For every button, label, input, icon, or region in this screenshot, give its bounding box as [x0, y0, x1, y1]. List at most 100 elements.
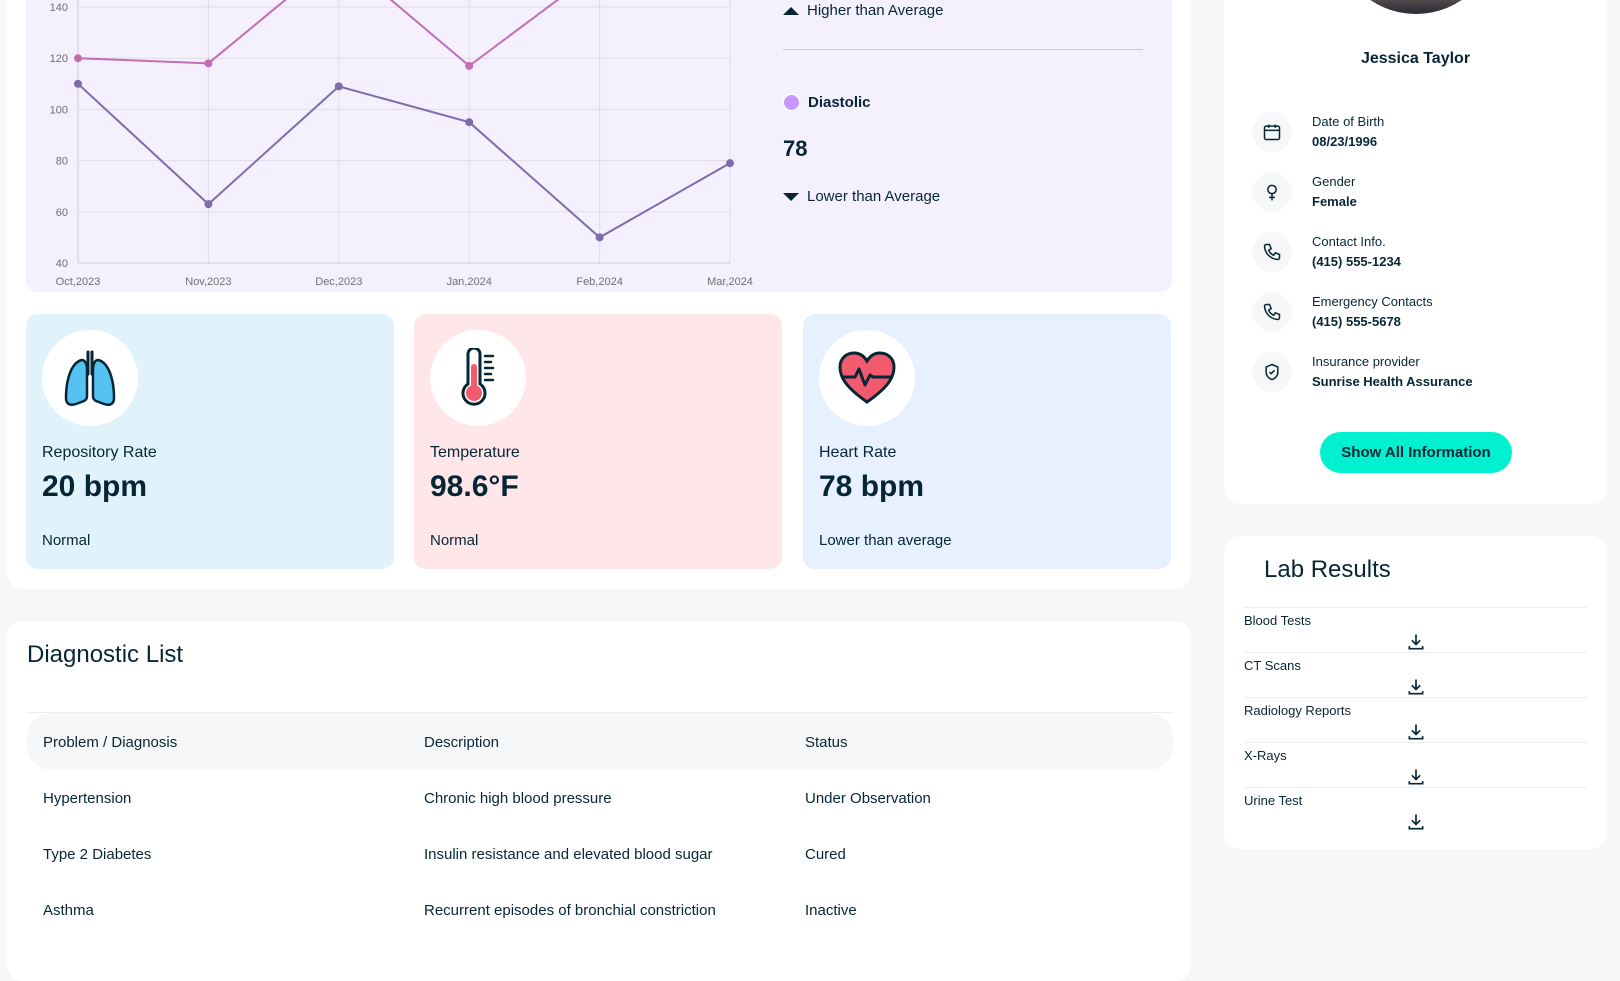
show-all-information-button[interactable]: Show All Information — [1320, 432, 1512, 473]
download-icon[interactable] — [1406, 812, 1426, 832]
x-tick-label: Oct,2023 — [56, 276, 101, 288]
column-header-status: Status — [805, 734, 848, 751]
systolic-trend-text: Higher than Average — [807, 2, 944, 19]
diastolic-trend-text: Lower than Average — [807, 188, 941, 205]
vital-label: Temperature — [430, 444, 520, 461]
info-row-dob: Date of Birth 08/23/1996 — [1252, 112, 1592, 154]
data-point-diastolic — [334, 82, 343, 91]
diagnostic-list-card: Diagnostic List Problem / Diagnosis Desc… — [7, 621, 1191, 981]
info-value: 08/23/1996 — [1312, 134, 1378, 149]
column-header-description: Description — [424, 734, 500, 751]
data-point-diastolic — [465, 118, 474, 127]
info-label: Gender — [1312, 174, 1356, 189]
table-cell-description: Recurrent episodes of bronchial constric… — [424, 902, 716, 919]
vital-label: Repository Rate — [42, 444, 157, 461]
blood-pressure-panel: 40 60 80 100 120 140 Oct,2023 Nov,2023 Dec,2023 J… — [26, 0, 1172, 292]
shield-icon — [1252, 352, 1292, 392]
data-point-diastolic — [595, 233, 604, 242]
table-cell-problem: Asthma — [43, 902, 94, 919]
lab-item-name: Blood Tests — [1244, 613, 1311, 628]
list-item[interactable]: Blood Tests — [1244, 607, 1587, 653]
data-point-diastolic — [204, 200, 213, 209]
info-value: Female — [1312, 194, 1357, 209]
list-item[interactable]: Radiology Reports — [1244, 697, 1587, 743]
column-header-problem: Problem / Diagnosis — [43, 734, 178, 751]
data-point-diastolic — [74, 79, 82, 88]
thermometer-icon — [430, 330, 526, 426]
data-point-diastolic — [726, 159, 734, 168]
x-tick-label: Feb,2024 — [576, 276, 622, 288]
patient-profile-card: Jessica Taylor Date of Birth 08/23/1996 … — [1224, 0, 1607, 504]
vital-status: Lower than average — [819, 532, 952, 549]
info-value: Sunrise Health Assurance — [1312, 374, 1473, 389]
diastolic-value: 78 — [783, 136, 808, 161]
lab-item-name: Radiology Reports — [1244, 703, 1351, 718]
info-label: Emergency Contacts — [1312, 294, 1433, 309]
data-point-systolic — [204, 59, 213, 68]
info-label: Insurance provider — [1312, 354, 1420, 369]
female-icon — [1252, 172, 1292, 212]
list-item[interactable]: CT Scans — [1244, 652, 1587, 698]
info-row-insurance: Insurance provider Sunrise Health Assura… — [1252, 352, 1592, 394]
lab-item-name: CT Scans — [1244, 658, 1301, 673]
table-cell-problem: Hypertension — [43, 790, 132, 807]
download-icon[interactable] — [1406, 677, 1426, 697]
vital-label: Heart Rate — [819, 444, 897, 461]
info-label: Date of Birth — [1312, 114, 1385, 129]
lab-item-name: Urine Test — [1244, 793, 1303, 808]
table-cell-problem: Type 2 Diabetes — [43, 846, 152, 863]
vital-card-heart-rate: Heart Rate 78 bpm Lower than average — [803, 314, 1171, 569]
diagnostic-list-title: Diagnostic List — [27, 641, 184, 668]
calendar-icon — [1252, 112, 1292, 152]
y-tick-label: 40 — [56, 258, 68, 270]
y-tick-label: 80 — [56, 156, 68, 168]
heart-bpm-icon — [819, 330, 915, 426]
table-cell-status: Under Observation — [805, 790, 931, 807]
divider — [783, 49, 1143, 50]
x-tick-label: Jan,2024 — [447, 276, 492, 288]
x-tick-label: Dec,2023 — [315, 276, 362, 288]
data-point-systolic — [74, 54, 82, 63]
download-icon[interactable] — [1406, 632, 1426, 652]
phone-icon — [1252, 292, 1292, 332]
table-cell-description: Insulin resistance and elevated blood su… — [424, 846, 713, 863]
x-tick-label: Mar,2024 — [707, 276, 753, 288]
diastolic-label: Diastolic — [808, 94, 871, 111]
vital-card-temperature: Temperature 98.6°F Normal — [414, 314, 782, 569]
arrow-up-icon — [783, 6, 799, 15]
diastolic-legend: Diastolic — [783, 94, 871, 111]
y-tick-label: 120 — [50, 53, 68, 65]
diastolic-trend: Lower than Average — [783, 188, 940, 205]
vital-status: Normal — [430, 532, 479, 549]
info-row-emergency: Emergency Contacts (415) 555-5678 — [1252, 292, 1592, 334]
vital-status: Normal — [42, 532, 91, 549]
series-line-systolic — [77, 0, 560, 68]
arrow-down-icon — [783, 192, 799, 201]
blood-pressure-summary: Higher than Average Diastolic 78 Lower t… — [783, 0, 1143, 280]
diastolic-dot-icon — [783, 94, 800, 111]
vital-value: 20 bpm — [42, 470, 148, 503]
table-header — [27, 713, 1173, 770]
diagnosis-history-card: 40 60 80 100 120 140 Oct,2023 Nov,2023 Dec,2023 J… — [7, 0, 1191, 589]
data-point-systolic — [465, 61, 474, 70]
vital-value: 98.6°F — [430, 470, 519, 503]
download-icon[interactable] — [1406, 722, 1426, 742]
lungs-icon — [42, 330, 138, 426]
patient-name: Jessica Taylor — [1360, 50, 1471, 67]
info-label: Contact Info. — [1312, 234, 1386, 249]
info-value: (415) 555-5678 — [1312, 314, 1401, 329]
table-cell-description: Chronic high blood pressure — [424, 790, 612, 807]
info-row-contact: Contact Info. (415) 555-1234 — [1252, 232, 1592, 274]
avatar — [1334, 0, 1498, 14]
lab-results-title: Lab Results — [1264, 556, 1391, 583]
systolic-trend: Higher than Average — [783, 2, 944, 19]
list-item[interactable]: X-Rays — [1244, 742, 1587, 788]
table-cell-status: Inactive — [805, 902, 857, 919]
y-tick-label: 140 — [50, 2, 68, 14]
vital-card-respiratory: Repository Rate 20 bpm Normal — [26, 314, 394, 569]
table-cell-status: Cured — [805, 846, 846, 863]
lab-results-card: Lab Results Blood Tests CT Scans Radiolo… — [1224, 536, 1607, 849]
list-item[interactable]: Urine Test — [1244, 787, 1587, 833]
y-tick-label: 60 — [56, 207, 68, 219]
download-icon[interactable] — [1406, 767, 1426, 787]
